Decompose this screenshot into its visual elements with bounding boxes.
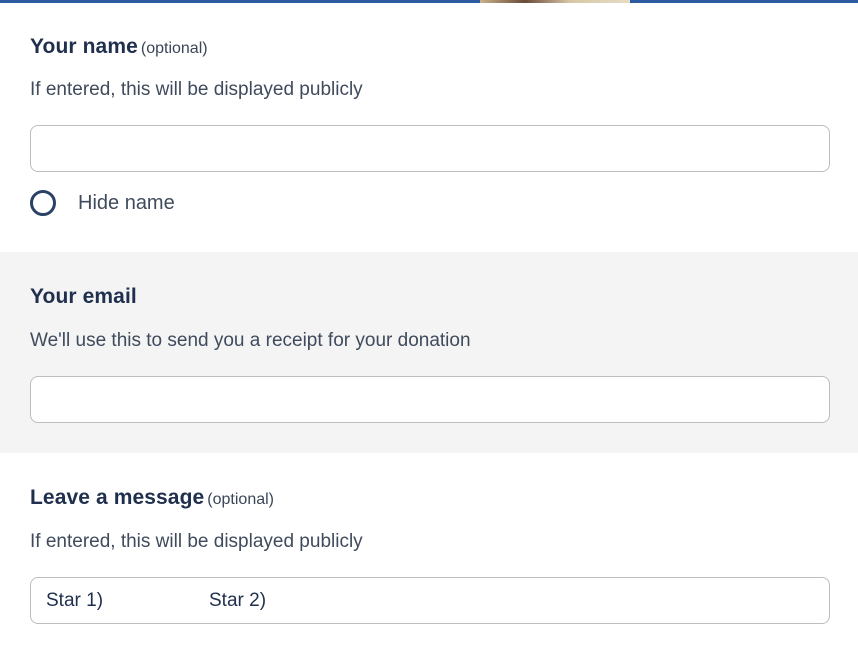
message-text-star-2: Star 2) [209,589,267,611]
email-input[interactable] [30,376,830,423]
name-optional-label: (optional) [140,40,208,57]
name-label: Your name [30,35,138,58]
hide-name-option[interactable]: Hide name [30,190,175,216]
message-optional-label: (optional) [207,491,274,508]
email-section: Your email We'll use this to send you a … [0,252,858,453]
name-help-text: If entered, this will be displayed publi… [30,79,363,100]
message-text-star-1: Star 1) [46,589,104,611]
message-input[interactable]: Star 1) Star 2) [30,577,830,624]
email-help-text: We'll use this to send you a receipt for… [30,330,471,351]
message-help-text: If entered, this will be displayed publi… [30,531,363,552]
hide-name-label[interactable]: Hide name [78,192,175,215]
email-label: Your email [30,285,137,308]
name-section: Your name (optional) If entered, this wil… [0,3,858,252]
hide-name-radio[interactable] [30,190,56,216]
name-input[interactable] [30,125,830,172]
message-label: Leave a message [30,486,205,509]
name-heading: Your name (optional) [30,35,208,59]
message-heading: Leave a message (optional) [30,486,274,510]
message-section: Leave a message (optional) If entered, th… [0,453,858,651]
